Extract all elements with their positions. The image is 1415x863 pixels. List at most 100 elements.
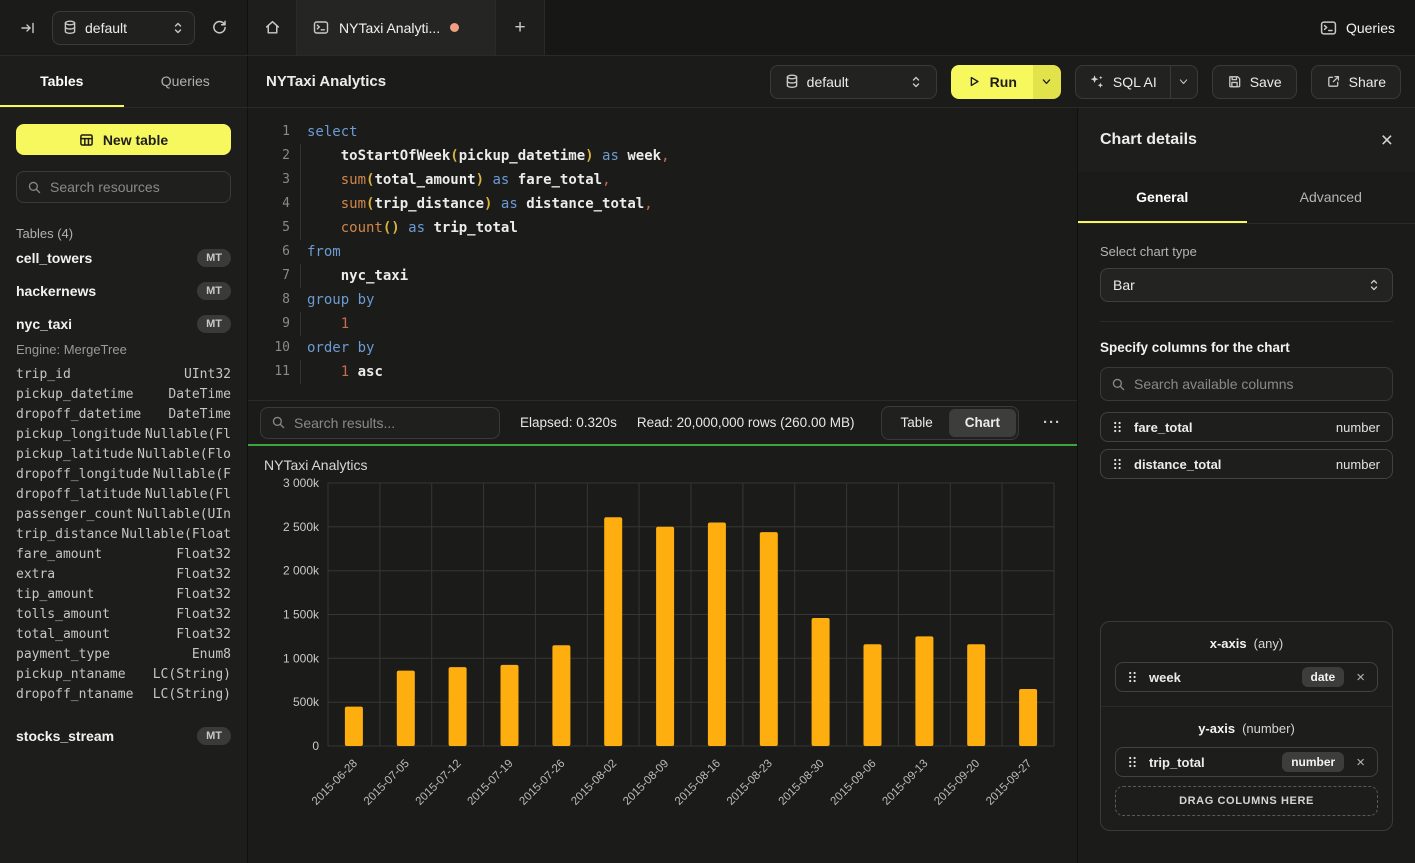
editor-line: 8 group by xyxy=(260,288,1069,312)
drag-handle-icon xyxy=(1128,671,1137,683)
columns-search xyxy=(1100,367,1393,401)
table-row[interactable]: hackernews MT xyxy=(16,274,231,307)
code-text: toStartOfWeek(pickup_datetime) as week, xyxy=(307,144,670,168)
table-row[interactable]: stocks_stream MT xyxy=(16,719,231,752)
refresh-icon[interactable] xyxy=(205,14,233,42)
column-name: passenger_count xyxy=(16,505,133,525)
x-axis-label: x-axis(any) xyxy=(1115,636,1378,651)
new-table-button[interactable]: New table xyxy=(16,124,231,155)
sql-editor[interactable]: 1 select 2 toStartOfWeek(pickup_datetime… xyxy=(248,108,1077,400)
column-row: dropoff_datetime DateTime xyxy=(16,405,231,425)
column-type: Nullable(Flo xyxy=(137,445,231,465)
sql-ai-options-button[interactable] xyxy=(1170,66,1197,98)
toolbar-database-selector[interactable]: default xyxy=(770,65,937,99)
new-tab-button[interactable]: + xyxy=(496,0,544,55)
chevron-down-icon xyxy=(1041,76,1052,87)
remove-icon[interactable]: × xyxy=(1356,755,1365,770)
column-type: UInt32 xyxy=(184,365,231,385)
bar-chart[interactable]: 0500k1 000k1 500k2 000k2 500k3 000k2015-… xyxy=(264,475,1076,856)
column-chip-distance-total[interactable]: distance_total number xyxy=(1100,449,1393,479)
bar[interactable] xyxy=(397,671,415,746)
table-row[interactable]: nyc_taxi MT xyxy=(16,307,231,340)
run-button[interactable]: Run xyxy=(951,65,1033,99)
column-type: Float32 xyxy=(176,545,231,565)
svg-text:2015-08-23: 2015-08-23 xyxy=(725,758,775,808)
view-toggle-table[interactable]: Table xyxy=(884,409,948,437)
database-selector[interactable]: default xyxy=(52,11,195,45)
bar[interactable] xyxy=(915,636,933,746)
bar[interactable] xyxy=(345,707,363,746)
sidebar-tab-tables[interactable]: Tables xyxy=(0,56,124,107)
table-row[interactable]: cell_towers MT xyxy=(16,241,231,274)
column-row: passenger_count Nullable(UIn xyxy=(16,505,231,525)
bar[interactable] xyxy=(449,667,467,746)
sidebar-tab-queries[interactable]: Queries xyxy=(124,56,248,107)
topbar-spacer xyxy=(545,0,1300,55)
bar[interactable] xyxy=(656,527,674,746)
chart-details-tabs: General Advanced xyxy=(1078,172,1415,224)
column-row: pickup_longitude Nullable(Fl xyxy=(16,425,231,445)
run-options-button[interactable] xyxy=(1033,65,1061,99)
svg-text:500k: 500k xyxy=(293,695,320,709)
bar[interactable] xyxy=(967,644,985,746)
column-row: extra Float32 xyxy=(16,565,231,585)
sidebar: New table Tables (4) cell_towers MT hack… xyxy=(0,108,248,863)
app-window: default NYTaxi Analyti... + Querie xyxy=(0,0,1415,863)
column-type: Float32 xyxy=(176,625,231,645)
more-options-button[interactable]: ··· xyxy=(1039,414,1065,431)
home-tab[interactable] xyxy=(248,0,296,55)
column-row: total_amount Float32 xyxy=(16,625,231,645)
code-text: count() as trip_total xyxy=(307,216,518,240)
sidebar-search xyxy=(16,171,231,203)
top-bar: default NYTaxi Analyti... + Querie xyxy=(0,0,1415,56)
editor-line: 7 nyc_taxi xyxy=(260,264,1069,288)
svg-text:2015-08-16: 2015-08-16 xyxy=(673,758,723,808)
y-axis-label: y-axis(number) xyxy=(1115,721,1378,736)
results-search xyxy=(260,407,500,439)
x-axis-chip-week[interactable]: week date × xyxy=(1115,662,1378,692)
view-toggle-chart[interactable]: Chart xyxy=(949,409,1016,437)
bar[interactable] xyxy=(501,665,519,746)
bar[interactable] xyxy=(864,644,882,746)
query-tab[interactable]: NYTaxi Analyti... xyxy=(296,0,496,55)
tab-advanced[interactable]: Advanced xyxy=(1247,172,1415,223)
database-selector-value: default xyxy=(85,20,164,36)
query-toolbar: NYTaxi Analytics default Run xyxy=(248,56,1415,107)
share-icon xyxy=(1326,74,1341,89)
line-number: 1 xyxy=(260,120,290,144)
bar[interactable] xyxy=(760,532,778,746)
column-name: dropoff_latitude xyxy=(16,485,141,505)
sidebar-search-input[interactable] xyxy=(50,179,220,195)
code-text: group by xyxy=(307,288,374,312)
bar[interactable] xyxy=(708,523,726,747)
column-row: trip_id UInt32 xyxy=(16,365,231,385)
tables-list: cell_towers MT hackernews MT nyc_taxi MT… xyxy=(16,241,231,752)
save-button[interactable]: Save xyxy=(1212,65,1297,99)
search-icon xyxy=(1111,377,1126,392)
bar[interactable] xyxy=(1019,689,1037,746)
bar[interactable] xyxy=(604,517,622,746)
chart-type-select[interactable]: Bar xyxy=(1100,268,1393,302)
results-search-input[interactable] xyxy=(294,415,489,431)
editor-line: 5 count() as trip_total xyxy=(260,216,1069,240)
queries-button[interactable]: Queries xyxy=(1300,0,1415,55)
columns-search-input[interactable] xyxy=(1134,376,1382,392)
y-axis-chip-trip-total[interactable]: trip_total number × xyxy=(1115,747,1378,777)
column-chip-fare-total[interactable]: fare_total number xyxy=(1100,412,1393,442)
toolbar-database-value: default xyxy=(807,74,902,90)
drag-handle-icon xyxy=(1113,421,1122,433)
line-number: 11 xyxy=(260,360,290,384)
share-button[interactable]: Share xyxy=(1311,65,1401,99)
remove-icon[interactable]: × xyxy=(1356,670,1365,685)
column-type: DateTime xyxy=(168,405,231,425)
bar[interactable] xyxy=(812,618,830,746)
editor-line: 6 from xyxy=(260,240,1069,264)
content-row: New table Tables (4) cell_towers MT hack… xyxy=(0,108,1415,863)
close-icon[interactable]: × xyxy=(1381,130,1393,151)
sql-ai-button[interactable]: SQL AI xyxy=(1076,66,1170,98)
bar[interactable] xyxy=(552,645,570,746)
database-icon xyxy=(785,74,799,89)
tab-general[interactable]: General xyxy=(1078,172,1247,223)
collapse-sidebar-icon[interactable] xyxy=(14,14,42,42)
drop-zone[interactable]: DRAG COLUMNS HERE xyxy=(1115,786,1378,816)
